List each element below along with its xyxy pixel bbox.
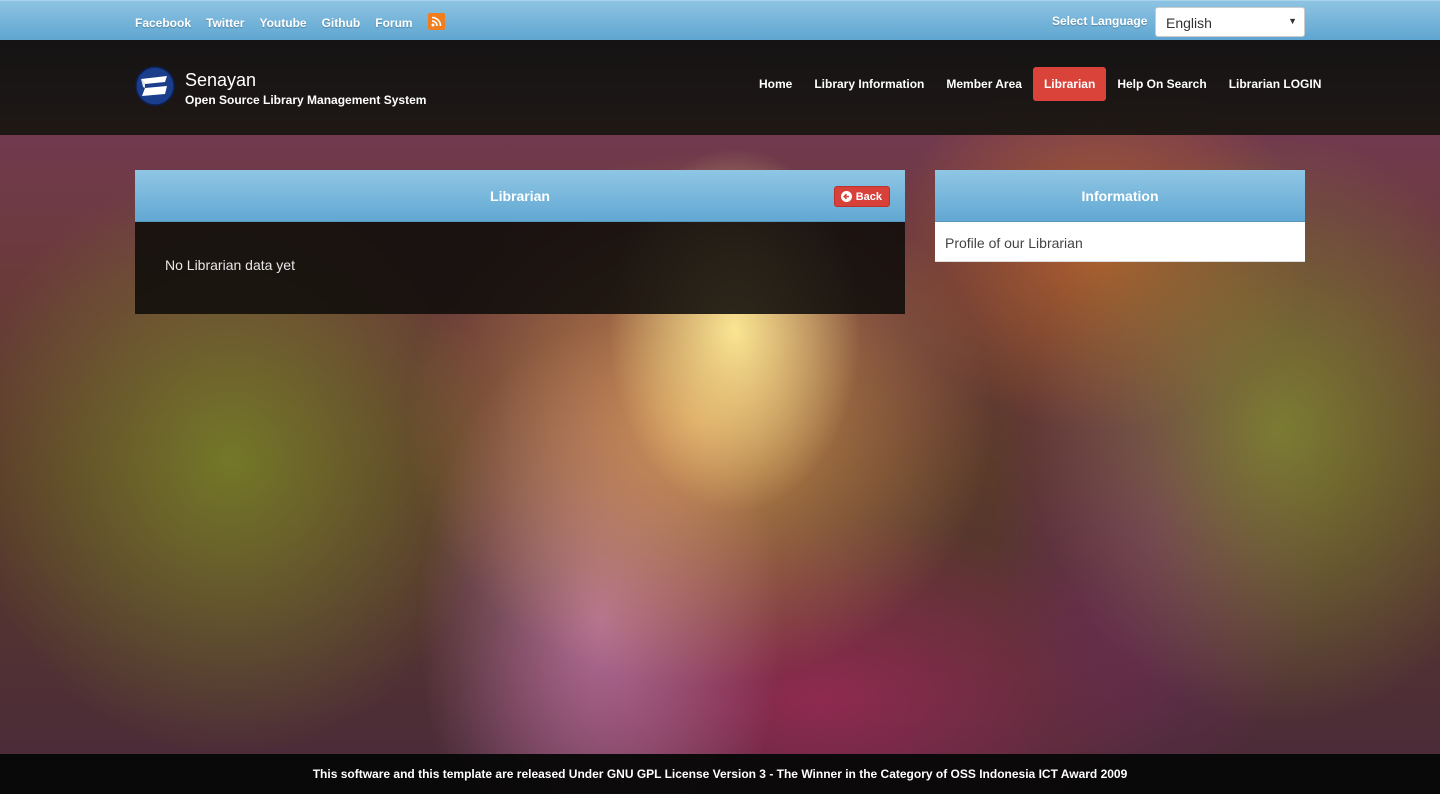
language-selected-value: English bbox=[1166, 15, 1212, 31]
librarian-panel-body: No Librarian data yet bbox=[135, 222, 905, 314]
footer-license-text: This software and this template are rele… bbox=[312, 767, 1128, 781]
nav-library-information[interactable]: Library Information bbox=[803, 67, 935, 101]
social-links: Facebook Twitter Youtube Github Forum bbox=[135, 13, 445, 30]
librarian-panel: Librarian Back No Librarian data yet bbox=[135, 170, 905, 314]
information-panel-body: Profile of our Librarian bbox=[935, 222, 1305, 262]
information-panel-header: Information bbox=[935, 170, 1305, 222]
nav-member-area[interactable]: Member Area bbox=[935, 67, 1033, 101]
facebook-link[interactable]: Facebook bbox=[135, 16, 191, 30]
brand-name[interactable]: Senayan bbox=[185, 70, 256, 91]
senayan-logo-icon[interactable] bbox=[135, 66, 175, 106]
librarian-panel-title: Librarian bbox=[490, 187, 550, 204]
arrow-left-circle-icon bbox=[840, 191, 852, 202]
chevron-down-icon: ▼ bbox=[1288, 16, 1297, 26]
librarian-profile-link[interactable]: Profile of our Librarian bbox=[945, 235, 1083, 251]
language-select[interactable]: English ▼ bbox=[1155, 7, 1305, 37]
main-nav: Home Library Information Member Area Lib… bbox=[748, 67, 1332, 101]
forum-link[interactable]: Forum bbox=[375, 16, 412, 30]
librarian-panel-header: Librarian Back bbox=[135, 170, 905, 222]
language-label: Select Language bbox=[1052, 14, 1148, 28]
information-panel-title: Information bbox=[1081, 187, 1159, 204]
site-footer: This software and this template are rele… bbox=[0, 754, 1440, 794]
nav-librarian[interactable]: Librarian bbox=[1032, 67, 1107, 101]
nav-librarian-login[interactable]: Librarian LOGIN bbox=[1218, 67, 1333, 101]
back-button-label: Back bbox=[855, 190, 882, 203]
rss-icon[interactable] bbox=[427, 13, 445, 30]
empty-message: No Librarian data yet bbox=[165, 257, 295, 273]
top-social-bar: Facebook Twitter Youtube Github Forum Se… bbox=[0, 0, 1440, 40]
information-panel: Information Profile of our Librarian bbox=[935, 170, 1305, 262]
nav-help-on-search[interactable]: Help On Search bbox=[1106, 67, 1217, 101]
site-header: Senayan Open Source Library Management S… bbox=[0, 40, 1440, 135]
twitter-link[interactable]: Twitter bbox=[206, 16, 244, 30]
brand-subtitle: Open Source Library Management System bbox=[185, 93, 427, 107]
youtube-link[interactable]: Youtube bbox=[259, 16, 306, 30]
github-link[interactable]: Github bbox=[322, 16, 361, 30]
nav-home[interactable]: Home bbox=[748, 67, 803, 101]
back-button[interactable]: Back bbox=[833, 186, 890, 207]
